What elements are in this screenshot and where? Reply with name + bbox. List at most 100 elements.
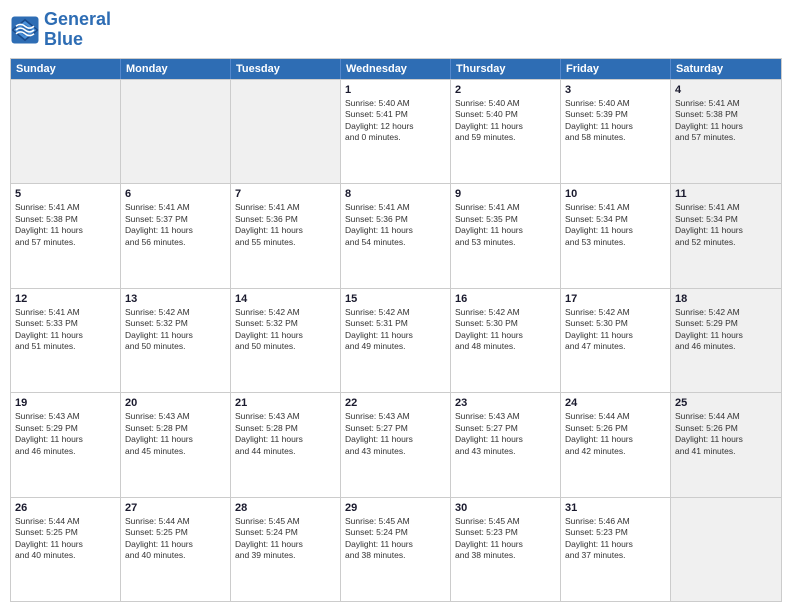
cell-info: Sunrise: 5:43 AM Sunset: 5:28 PM Dayligh… bbox=[235, 411, 336, 457]
calendar-cell: 29Sunrise: 5:45 AM Sunset: 5:24 PM Dayli… bbox=[341, 498, 451, 601]
calendar-cell: 2Sunrise: 5:40 AM Sunset: 5:40 PM Daylig… bbox=[451, 80, 561, 183]
header-day-wednesday: Wednesday bbox=[341, 59, 451, 79]
calendar-cell: 10Sunrise: 5:41 AM Sunset: 5:34 PM Dayli… bbox=[561, 184, 671, 287]
day-number: 17 bbox=[565, 292, 666, 306]
day-number: 28 bbox=[235, 501, 336, 515]
calendar-cell: 1Sunrise: 5:40 AM Sunset: 5:41 PM Daylig… bbox=[341, 80, 451, 183]
cell-info: Sunrise: 5:45 AM Sunset: 5:24 PM Dayligh… bbox=[235, 516, 336, 562]
cell-info: Sunrise: 5:44 AM Sunset: 5:26 PM Dayligh… bbox=[565, 411, 666, 457]
calendar-cell bbox=[231, 80, 341, 183]
calendar-cell: 9Sunrise: 5:41 AM Sunset: 5:35 PM Daylig… bbox=[451, 184, 561, 287]
cell-info: Sunrise: 5:41 AM Sunset: 5:36 PM Dayligh… bbox=[235, 202, 336, 248]
day-number: 7 bbox=[235, 187, 336, 201]
calendar-cell: 3Sunrise: 5:40 AM Sunset: 5:39 PM Daylig… bbox=[561, 80, 671, 183]
cell-info: Sunrise: 5:41 AM Sunset: 5:38 PM Dayligh… bbox=[675, 98, 777, 144]
cell-info: Sunrise: 5:42 AM Sunset: 5:31 PM Dayligh… bbox=[345, 307, 446, 353]
day-number: 3 bbox=[565, 83, 666, 97]
day-number: 10 bbox=[565, 187, 666, 201]
calendar-cell: 22Sunrise: 5:43 AM Sunset: 5:27 PM Dayli… bbox=[341, 393, 451, 496]
cell-info: Sunrise: 5:40 AM Sunset: 5:40 PM Dayligh… bbox=[455, 98, 556, 144]
calendar-row-2: 5Sunrise: 5:41 AM Sunset: 5:38 PM Daylig… bbox=[11, 183, 781, 287]
cell-info: Sunrise: 5:44 AM Sunset: 5:25 PM Dayligh… bbox=[125, 516, 226, 562]
calendar-cell: 6Sunrise: 5:41 AM Sunset: 5:37 PM Daylig… bbox=[121, 184, 231, 287]
cell-info: Sunrise: 5:42 AM Sunset: 5:30 PM Dayligh… bbox=[565, 307, 666, 353]
calendar-cell: 11Sunrise: 5:41 AM Sunset: 5:34 PM Dayli… bbox=[671, 184, 781, 287]
calendar-cell: 23Sunrise: 5:43 AM Sunset: 5:27 PM Dayli… bbox=[451, 393, 561, 496]
calendar-cell: 20Sunrise: 5:43 AM Sunset: 5:28 PM Dayli… bbox=[121, 393, 231, 496]
day-number: 22 bbox=[345, 396, 446, 410]
cell-info: Sunrise: 5:42 AM Sunset: 5:30 PM Dayligh… bbox=[455, 307, 556, 353]
header-day-sunday: Sunday bbox=[11, 59, 121, 79]
day-number: 27 bbox=[125, 501, 226, 515]
calendar-cell: 27Sunrise: 5:44 AM Sunset: 5:25 PM Dayli… bbox=[121, 498, 231, 601]
calendar-cell: 28Sunrise: 5:45 AM Sunset: 5:24 PM Dayli… bbox=[231, 498, 341, 601]
day-number: 8 bbox=[345, 187, 446, 201]
cell-info: Sunrise: 5:41 AM Sunset: 5:34 PM Dayligh… bbox=[675, 202, 777, 248]
day-number: 16 bbox=[455, 292, 556, 306]
day-number: 30 bbox=[455, 501, 556, 515]
cell-info: Sunrise: 5:43 AM Sunset: 5:27 PM Dayligh… bbox=[345, 411, 446, 457]
day-number: 21 bbox=[235, 396, 336, 410]
calendar-cell: 7Sunrise: 5:41 AM Sunset: 5:36 PM Daylig… bbox=[231, 184, 341, 287]
logo-text: General bbox=[44, 10, 111, 30]
cell-info: Sunrise: 5:44 AM Sunset: 5:25 PM Dayligh… bbox=[15, 516, 116, 562]
day-number: 11 bbox=[675, 187, 777, 201]
calendar-cell: 15Sunrise: 5:42 AM Sunset: 5:31 PM Dayli… bbox=[341, 289, 451, 392]
day-number: 12 bbox=[15, 292, 116, 306]
calendar-cell: 16Sunrise: 5:42 AM Sunset: 5:30 PM Dayli… bbox=[451, 289, 561, 392]
logo: General Blue bbox=[10, 10, 111, 50]
calendar-row-1: 1Sunrise: 5:40 AM Sunset: 5:41 PM Daylig… bbox=[11, 79, 781, 183]
day-number: 1 bbox=[345, 83, 446, 97]
calendar-cell: 24Sunrise: 5:44 AM Sunset: 5:26 PM Dayli… bbox=[561, 393, 671, 496]
calendar-header: SundayMondayTuesdayWednesdayThursdayFrid… bbox=[11, 59, 781, 79]
calendar-cell: 5Sunrise: 5:41 AM Sunset: 5:38 PM Daylig… bbox=[11, 184, 121, 287]
cell-info: Sunrise: 5:42 AM Sunset: 5:32 PM Dayligh… bbox=[235, 307, 336, 353]
calendar-cell: 19Sunrise: 5:43 AM Sunset: 5:29 PM Dayli… bbox=[11, 393, 121, 496]
calendar-cell: 30Sunrise: 5:45 AM Sunset: 5:23 PM Dayli… bbox=[451, 498, 561, 601]
calendar-cell: 12Sunrise: 5:41 AM Sunset: 5:33 PM Dayli… bbox=[11, 289, 121, 392]
day-number: 4 bbox=[675, 83, 777, 97]
cell-info: Sunrise: 5:43 AM Sunset: 5:29 PM Dayligh… bbox=[15, 411, 116, 457]
calendar-cell: 8Sunrise: 5:41 AM Sunset: 5:36 PM Daylig… bbox=[341, 184, 451, 287]
header-day-thursday: Thursday bbox=[451, 59, 561, 79]
calendar-cell bbox=[11, 80, 121, 183]
cell-info: Sunrise: 5:41 AM Sunset: 5:38 PM Dayligh… bbox=[15, 202, 116, 248]
calendar-cell bbox=[121, 80, 231, 183]
calendar-cell: 13Sunrise: 5:42 AM Sunset: 5:32 PM Dayli… bbox=[121, 289, 231, 392]
header-day-monday: Monday bbox=[121, 59, 231, 79]
cell-info: Sunrise: 5:41 AM Sunset: 5:35 PM Dayligh… bbox=[455, 202, 556, 248]
cell-info: Sunrise: 5:40 AM Sunset: 5:39 PM Dayligh… bbox=[565, 98, 666, 144]
day-number: 15 bbox=[345, 292, 446, 306]
calendar-cell: 17Sunrise: 5:42 AM Sunset: 5:30 PM Dayli… bbox=[561, 289, 671, 392]
cell-info: Sunrise: 5:44 AM Sunset: 5:26 PM Dayligh… bbox=[675, 411, 777, 457]
header-day-friday: Friday bbox=[561, 59, 671, 79]
calendar-row-4: 19Sunrise: 5:43 AM Sunset: 5:29 PM Dayli… bbox=[11, 392, 781, 496]
cell-info: Sunrise: 5:41 AM Sunset: 5:36 PM Dayligh… bbox=[345, 202, 446, 248]
calendar-cell: 26Sunrise: 5:44 AM Sunset: 5:25 PM Dayli… bbox=[11, 498, 121, 601]
logo-icon bbox=[10, 15, 40, 45]
day-number: 20 bbox=[125, 396, 226, 410]
cell-info: Sunrise: 5:45 AM Sunset: 5:24 PM Dayligh… bbox=[345, 516, 446, 562]
day-number: 14 bbox=[235, 292, 336, 306]
cell-info: Sunrise: 5:41 AM Sunset: 5:37 PM Dayligh… bbox=[125, 202, 226, 248]
calendar-row-3: 12Sunrise: 5:41 AM Sunset: 5:33 PM Dayli… bbox=[11, 288, 781, 392]
cell-info: Sunrise: 5:43 AM Sunset: 5:28 PM Dayligh… bbox=[125, 411, 226, 457]
calendar-cell: 25Sunrise: 5:44 AM Sunset: 5:26 PM Dayli… bbox=[671, 393, 781, 496]
day-number: 29 bbox=[345, 501, 446, 515]
header-day-tuesday: Tuesday bbox=[231, 59, 341, 79]
day-number: 19 bbox=[15, 396, 116, 410]
page-header: General Blue bbox=[10, 10, 782, 50]
cell-info: Sunrise: 5:40 AM Sunset: 5:41 PM Dayligh… bbox=[345, 98, 446, 144]
cell-info: Sunrise: 5:41 AM Sunset: 5:34 PM Dayligh… bbox=[565, 202, 666, 248]
cell-info: Sunrise: 5:45 AM Sunset: 5:23 PM Dayligh… bbox=[455, 516, 556, 562]
day-number: 31 bbox=[565, 501, 666, 515]
calendar-cell: 31Sunrise: 5:46 AM Sunset: 5:23 PM Dayli… bbox=[561, 498, 671, 601]
day-number: 2 bbox=[455, 83, 556, 97]
header-day-saturday: Saturday bbox=[671, 59, 781, 79]
calendar-row-5: 26Sunrise: 5:44 AM Sunset: 5:25 PM Dayli… bbox=[11, 497, 781, 601]
cell-info: Sunrise: 5:42 AM Sunset: 5:32 PM Dayligh… bbox=[125, 307, 226, 353]
day-number: 9 bbox=[455, 187, 556, 201]
day-number: 25 bbox=[675, 396, 777, 410]
calendar-cell: 4Sunrise: 5:41 AM Sunset: 5:38 PM Daylig… bbox=[671, 80, 781, 183]
day-number: 5 bbox=[15, 187, 116, 201]
